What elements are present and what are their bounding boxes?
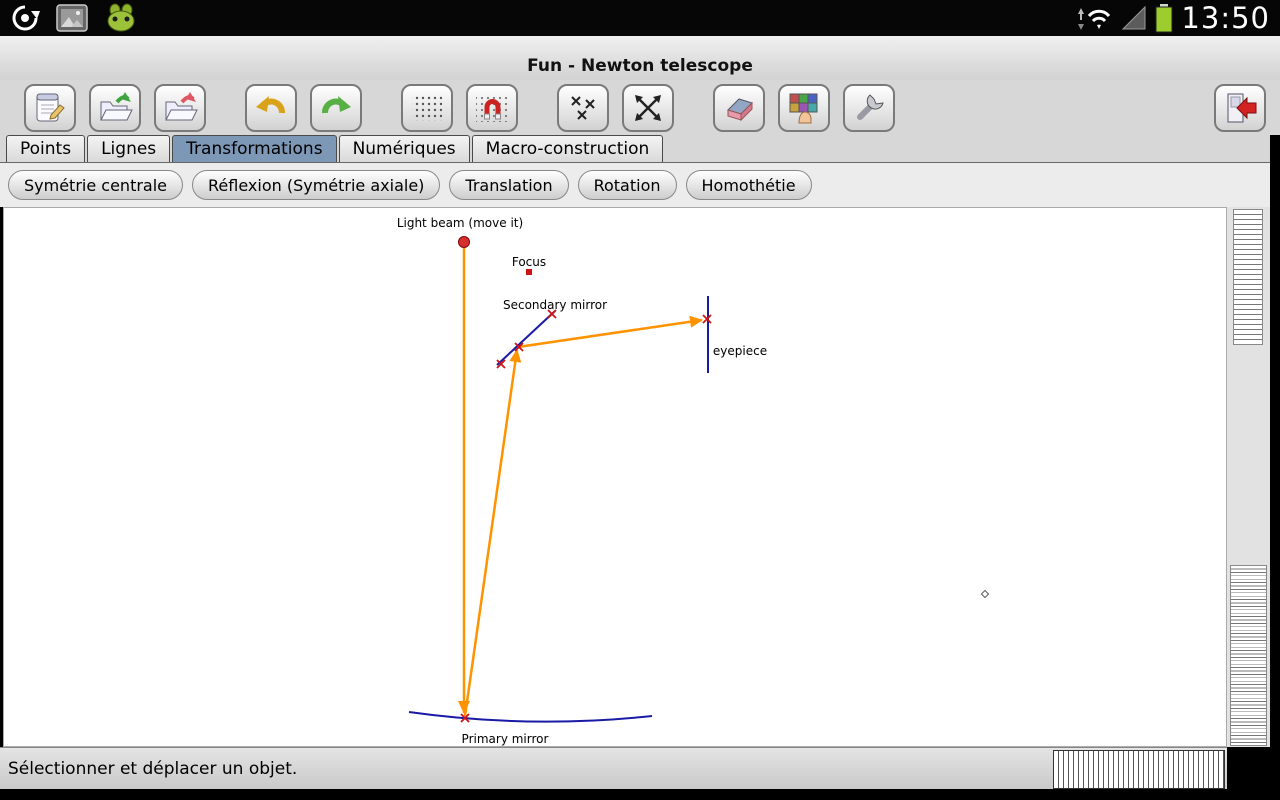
bottom-edge-strip <box>0 789 1280 800</box>
status-message: Sélectionner et déplacer un objet. <box>8 759 297 779</box>
translation-button[interactable]: Translation <box>449 170 568 200</box>
undo-icon <box>253 90 289 126</box>
grid-button[interactable] <box>401 84 453 132</box>
canvas-label: Light beam (move it) <box>397 216 523 230</box>
geometry-canvas[interactable]: Light beam (move it) Focus Secondary mirro… <box>3 207 1227 747</box>
reflexion-button[interactable]: Réflexion (Symétrie axiale) <box>192 170 440 200</box>
toolbar <box>0 80 1280 135</box>
new-sketch-icon <box>32 90 68 126</box>
canvas-label: Primary mirror <box>462 732 549 746</box>
bottom-scrollbar[interactable] <box>1053 750 1225 789</box>
screen: 13:50 Fun - Newton telescope <box>0 0 1280 800</box>
primary-mirror-arc[interactable] <box>409 712 652 722</box>
appearance-palette-button[interactable] <box>778 84 830 132</box>
right-scrollbar-upper[interactable] <box>1233 209 1263 345</box>
transformation-toolbar: Symétrie centrale Réflexion (Symétrie ax… <box>0 163 1280 207</box>
undo-button[interactable] <box>245 84 297 132</box>
rotation-button[interactable]: Rotation <box>578 170 677 200</box>
light-beam-point[interactable] <box>459 237 470 248</box>
right-edge-strip <box>1270 135 1280 800</box>
eraser-button[interactable] <box>713 84 765 132</box>
construction-svg[interactable]: Light beam (move it) Focus Secondary mirro… <box>4 208 1226 746</box>
status-bar: Sélectionner et déplacer un objet. <box>0 747 1227 789</box>
mascot-icon <box>104 3 138 33</box>
wrench-icon <box>851 90 887 126</box>
redo-icon <box>318 90 354 126</box>
tab-macro-construction[interactable]: Macro-construction <box>472 135 664 162</box>
show-hide-points-button[interactable] <box>557 84 609 132</box>
new-sketch-button[interactable] <box>24 84 76 132</box>
exit-button[interactable] <box>1214 84 1266 132</box>
window-title: Fun - Newton telescope <box>527 56 753 76</box>
move-arrows-icon <box>630 90 666 126</box>
magnet-icon <box>474 90 510 126</box>
tab-points[interactable]: Points <box>6 135 85 162</box>
free-point[interactable] <box>981 590 988 597</box>
wifi-icon <box>1075 4 1113 32</box>
magnet-grid-button[interactable] <box>466 84 518 132</box>
clock: 13:50 <box>1181 1 1270 35</box>
eraser-icon <box>721 90 757 126</box>
gallery-icon <box>56 3 88 33</box>
open-file-button[interactable] <box>89 84 141 132</box>
tab-bar: Points Lignes Transformations Numériques… <box>0 135 1280 163</box>
move-expand-button[interactable] <box>622 84 674 132</box>
title-bar: Fun - Newton telescope <box>0 36 1280 80</box>
open-recent-button[interactable] <box>154 84 206 132</box>
canvas-label: Secondary mirror <box>503 298 607 312</box>
right-scrollbar-lower[interactable] <box>1230 565 1267 746</box>
right-panel <box>1227 207 1270 747</box>
settings-wrench-button[interactable] <box>843 84 895 132</box>
tab-transformations[interactable]: Transformations <box>172 135 336 162</box>
homothetie-button[interactable]: Homothétie <box>686 170 812 200</box>
canvas-label: Focus <box>512 255 546 269</box>
reflected-ray-primary[interactable] <box>465 350 517 716</box>
symetrie-centrale-button[interactable]: Symétrie centrale <box>8 170 183 200</box>
secondary-mirror-segment[interactable] <box>497 311 555 365</box>
focus-point[interactable] <box>526 269 532 275</box>
canvas-label: eyepiece <box>713 344 767 358</box>
palette-hand-icon <box>786 90 822 126</box>
exit-door-icon <box>1222 90 1258 126</box>
battery-icon <box>1155 3 1173 33</box>
points-icon <box>565 90 601 126</box>
signal-strength-icon <box>1121 5 1147 31</box>
redo-button[interactable] <box>310 84 362 132</box>
tab-numeriques[interactable]: Numériques <box>339 135 470 162</box>
grid-dots-icon <box>409 90 445 126</box>
recycle-logo-icon <box>10 3 40 33</box>
system-status-icons: 13:50 <box>1075 1 1270 35</box>
open-folder-red-icon <box>162 90 198 126</box>
tab-lignes[interactable]: Lignes <box>87 135 170 162</box>
notification-icons <box>10 0 138 36</box>
android-status-bar: 13:50 <box>0 0 1280 36</box>
open-folder-green-icon <box>97 90 133 126</box>
reflected-ray-secondary[interactable] <box>518 320 702 347</box>
